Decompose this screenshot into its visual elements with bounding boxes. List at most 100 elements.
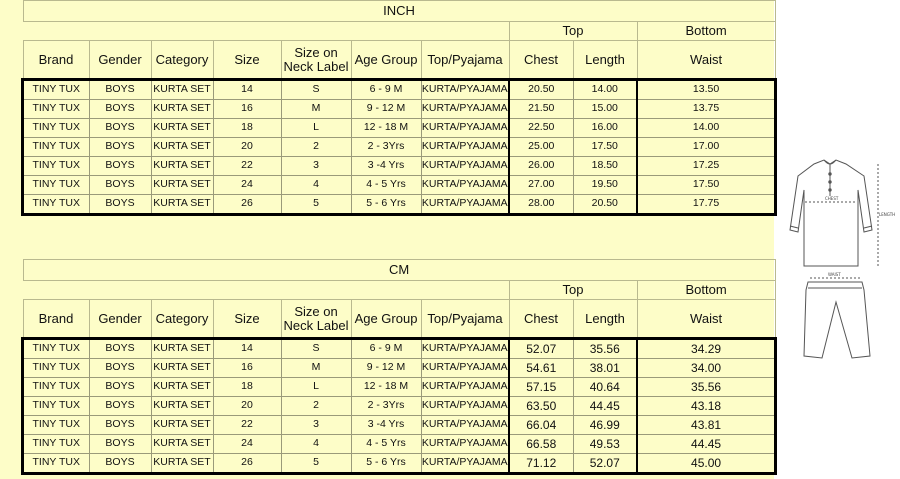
inch-header-chest: Chest <box>508 40 574 81</box>
cm-header-neck-label-line2: Neck Label <box>283 318 349 333</box>
inch-cell-top-pyajama: KURTA/PYAJAMA <box>420 99 510 119</box>
inch-cell-length: 20.50 <box>572 194 638 215</box>
cm-cell-waist: 34.00 <box>636 358 777 378</box>
inch-cell-waist: 14.00 <box>636 118 777 138</box>
cm-data-body: TINY TUX BOYS KURTA SET 14 S 6 - 9 M KURTA/PYA… <box>20 337 778 475</box>
inch-cell-category: KURTA SET <box>150 79 214 100</box>
inch-table-row: TINY TUX BOYS KURTA SET 26 5 5 - 6 Yrs KURTA/P… <box>22 194 777 215</box>
cm-cell-category: KURTA SET <box>150 396 214 416</box>
cm-header-neck-label: Size on Neck Label <box>280 299 352 340</box>
cm-cell-brand: TINY TUX <box>22 434 90 454</box>
cm-header-gender: Gender <box>88 299 152 340</box>
inch-cell-chest: 27.00 <box>508 175 574 195</box>
inch-group-bottom: Bottom <box>636 21 776 41</box>
inch-cell-top-pyajama: KURTA/PYAJAMA <box>420 194 510 215</box>
inch-cell-waist: 17.50 <box>636 175 777 195</box>
inch-cell-category: KURTA SET <box>150 99 214 119</box>
cm-cell-category: KURTA SET <box>150 415 214 435</box>
cm-cell-age-group: 3 -4 Yrs <box>350 415 422 435</box>
cm-header-length: Length <box>572 299 638 340</box>
inch-cell-gender: BOYS <box>88 175 152 195</box>
cm-cell-gender: BOYS <box>88 434 152 454</box>
cm-cell-waist: 43.81 <box>636 415 777 435</box>
cm-cell-top-pyajama: KURTA/PYAJAMA <box>420 415 510 435</box>
cm-table-row: TINY TUX BOYS KURTA SET 20 2 2 - 3Yrs KURTA/PY… <box>22 396 777 416</box>
cm-cell-category: KURTA SET <box>150 358 214 378</box>
cm-cell-age-group: 2 - 3Yrs <box>350 396 422 416</box>
cm-cell-category: KURTA SET <box>150 453 214 474</box>
inch-cell-waist: 13.75 <box>636 99 777 119</box>
inch-table-row: TINY TUX BOYS KURTA SET 16 M 9 - 12 M KURTA/PY… <box>22 99 777 119</box>
cm-group-bottom: Bottom <box>636 280 776 300</box>
cm-cell-chest: 71.12 <box>508 453 574 474</box>
cm-cell-length: 40.64 <box>572 377 638 397</box>
inch-cell-waist: 17.25 <box>636 156 777 176</box>
cm-cell-top-pyajama: KURTA/PYAJAMA <box>420 358 510 378</box>
inch-header-top-pyajama: Top/Pyajama <box>420 40 510 81</box>
inch-cell-top-pyajama: KURTA/PYAJAMA <box>420 175 510 195</box>
cm-cell-category: KURTA SET <box>150 434 214 454</box>
inch-cell-size: 20 <box>212 137 282 157</box>
cm-cell-neck-label: L <box>280 377 352 397</box>
inch-data-body: TINY TUX BOYS KURTA SET 14 S 6 - 9 M KURTA/PYA… <box>20 78 778 216</box>
cm-cell-length: 35.56 <box>572 338 638 359</box>
inch-cell-neck-label: 2 <box>280 137 352 157</box>
inch-cell-waist: 17.00 <box>636 137 777 157</box>
cm-cell-gender: BOYS <box>88 358 152 378</box>
cm-header-chest: Chest <box>508 299 574 340</box>
cm-header-age-group: Age Group <box>350 299 422 340</box>
inch-cell-age-group: 3 -4 Yrs <box>350 156 422 176</box>
cm-cell-category: KURTA SET <box>150 338 214 359</box>
cm-cell-waist: 34.29 <box>636 338 777 359</box>
inch-cell-size: 26 <box>212 194 282 215</box>
cm-cell-waist: 43.18 <box>636 396 777 416</box>
inch-header-size: Size <box>212 40 282 81</box>
kurta-drawing <box>789 159 879 267</box>
length-label: LENGTH <box>879 212 895 217</box>
cm-cell-size: 22 <box>212 415 282 435</box>
cm-cell-waist: 45.00 <box>636 453 777 474</box>
inch-cell-neck-label: 5 <box>280 194 352 215</box>
cm-cell-brand: TINY TUX <box>22 377 90 397</box>
cm-cell-size: 18 <box>212 377 282 397</box>
cm-cell-top-pyajama: KURTA/PYAJAMA <box>420 434 510 454</box>
inch-cell-length: 14.00 <box>572 79 638 100</box>
inch-cell-length: 16.00 <box>572 118 638 138</box>
cm-cell-waist: 35.56 <box>636 377 777 397</box>
inch-table-row: TINY TUX BOYS KURTA SET 24 4 4 - 5 Yrs KURTA/P… <box>22 175 777 195</box>
inch-cell-size: 24 <box>212 175 282 195</box>
cm-cell-neck-label: S <box>280 338 352 359</box>
inch-cell-length: 19.50 <box>572 175 638 195</box>
cm-cell-age-group: 5 - 6 Yrs <box>350 453 422 474</box>
inch-cell-brand: TINY TUX <box>22 99 90 119</box>
cm-cell-gender: BOYS <box>88 338 152 359</box>
inch-header-neck-label: Size on Neck Label <box>280 40 352 81</box>
inch-cell-brand: TINY TUX <box>22 194 90 215</box>
inch-cell-waist: 13.50 <box>636 79 777 100</box>
inch-cell-size: 18 <box>212 118 282 138</box>
cm-header-waist: Waist <box>636 299 776 340</box>
cm-header-brand: Brand <box>22 299 90 340</box>
inch-cell-length: 15.00 <box>572 99 638 119</box>
inch-cell-age-group: 12 - 18 M <box>350 118 422 138</box>
inch-cell-gender: BOYS <box>88 194 152 215</box>
inch-header-neck-label-line2: Neck Label <box>283 59 349 74</box>
cm-cell-brand: TINY TUX <box>22 453 90 474</box>
cm-cell-brand: TINY TUX <box>22 358 90 378</box>
cm-cell-length: 38.01 <box>572 358 638 378</box>
inch-cell-brand: TINY TUX <box>22 156 90 176</box>
inch-cell-category: KURTA SET <box>150 118 214 138</box>
inch-cell-category: KURTA SET <box>150 156 214 176</box>
inch-cell-gender: BOYS <box>88 137 152 157</box>
inch-table-title: INCH <box>22 0 776 22</box>
inch-header-gender: Gender <box>88 40 152 81</box>
cm-cell-neck-label: M <box>280 358 352 378</box>
cm-header-top-pyajama: Top/Pyajama <box>420 299 510 340</box>
inch-cell-age-group: 6 - 9 M <box>350 79 422 100</box>
cm-cell-top-pyajama: KURTA/PYAJAMA <box>420 396 510 416</box>
inch-cell-neck-label: L <box>280 118 352 138</box>
garment-measurement-illustration: CHEST LENGTH WAIST <box>778 150 900 380</box>
cm-header-category: Category <box>150 299 214 340</box>
cm-table-row: TINY TUX BOYS KURTA SET 14 S 6 - 9 M KURTA/PYA… <box>22 338 777 359</box>
inch-header-length: Length <box>572 40 638 81</box>
